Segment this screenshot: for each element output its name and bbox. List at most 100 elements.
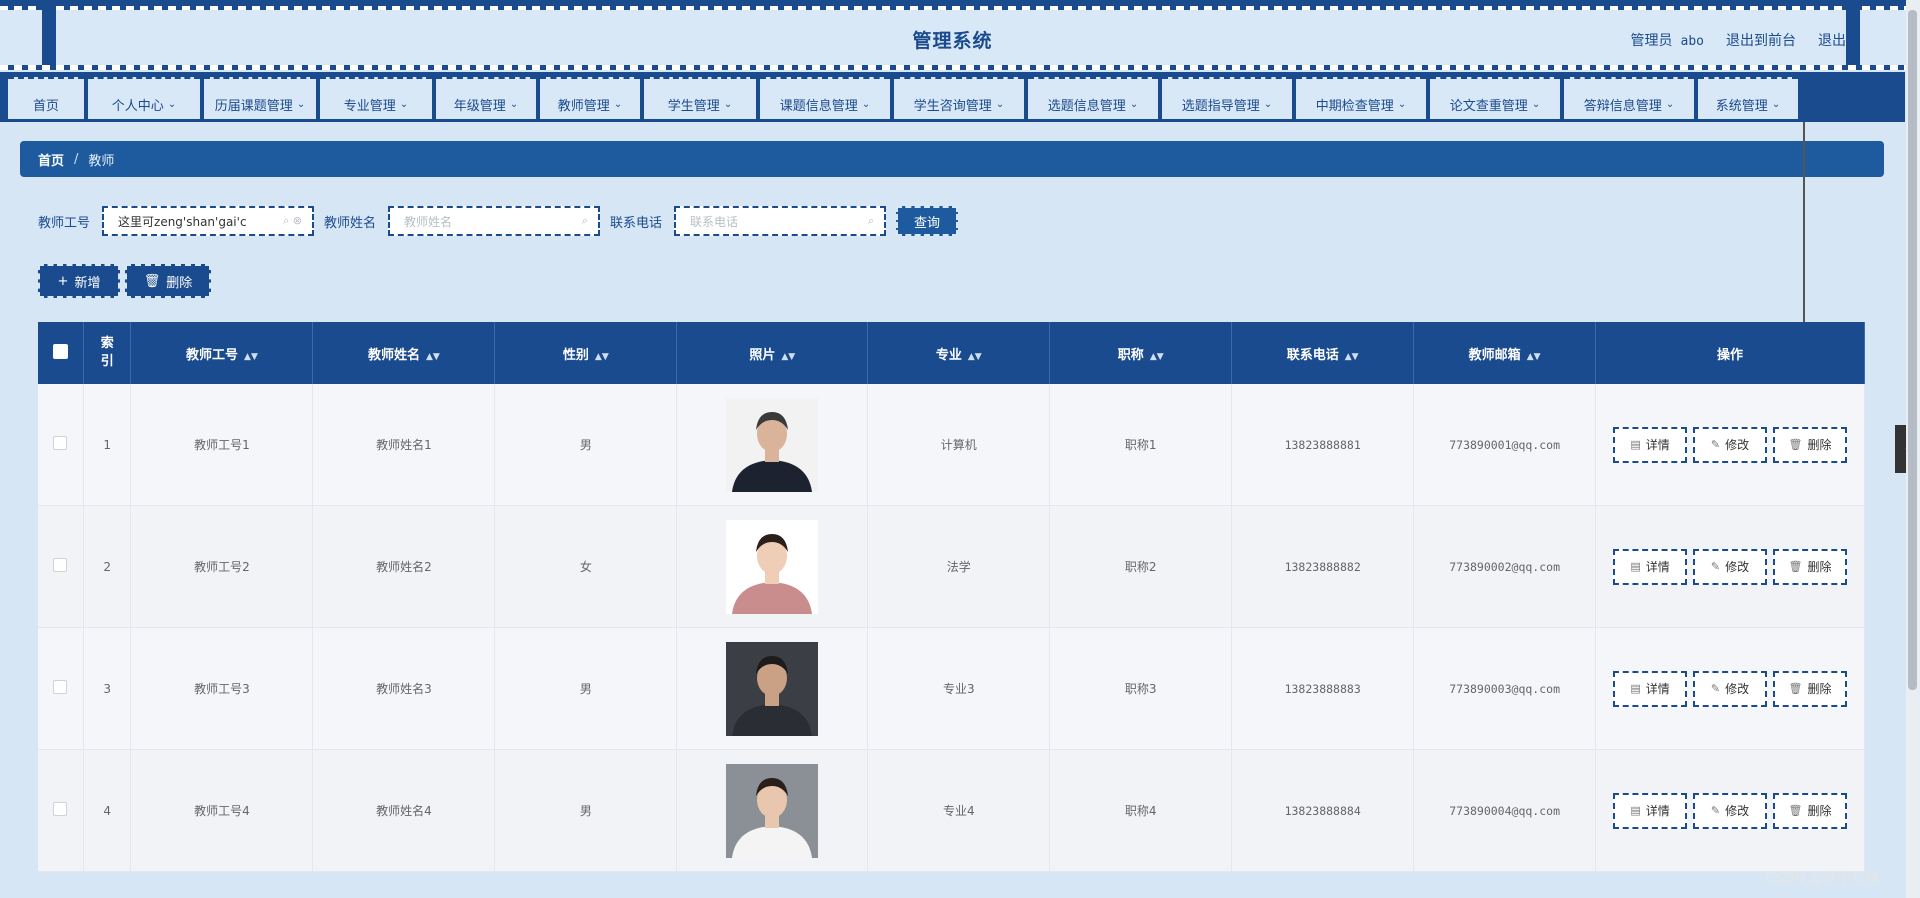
sort-icon[interactable]: ▲▼	[426, 352, 440, 362]
nav-item[interactable]: 个人中心 ⌄	[88, 77, 200, 119]
nav-item[interactable]: 学生咨询管理 ⌄	[894, 77, 1024, 119]
sort-icon[interactable]: ▲▼	[1150, 352, 1164, 362]
batch-delete-button[interactable]: 🗑 删除	[125, 264, 211, 298]
chevron-down-icon: ⌄	[1129, 98, 1139, 110]
nav-item[interactable]: 历届课题管理 ⌄	[204, 77, 316, 119]
detail-button[interactable]: ▤ 详情	[1613, 670, 1688, 707]
row-checkbox[interactable]	[53, 558, 68, 572]
delete-label: 删除	[1807, 682, 1832, 696]
table-row[interactable]: 4 教师工号4 教师姓名4 男 专业4 职称4 13823888884 773890004@q…	[38, 749, 1865, 872]
cell-phone: 13823888882	[1231, 505, 1415, 628]
col-email[interactable]: 教师邮箱 ▲▼	[1413, 322, 1597, 384]
nav-item[interactable]: 答辩信息管理 ⌄	[1564, 77, 1694, 119]
nav-item[interactable]: 学生管理 ⌄	[644, 77, 756, 119]
sort-icon[interactable]: ▲▼	[1345, 352, 1359, 362]
scrollbar-thumb[interactable]	[1908, 10, 1917, 690]
chevron-down-icon: ⌄	[861, 98, 871, 110]
sort-icon[interactable]: ▲▼	[781, 352, 795, 362]
nav-item[interactable]: 中期检查管理 ⌄	[1296, 77, 1426, 119]
col-teacher-name[interactable]: 教师姓名 ▲▼	[312, 322, 496, 384]
nav-item[interactable]: 选题指导管理 ⌄	[1162, 77, 1292, 119]
cell-major: 计算机	[867, 384, 1051, 506]
nav-item[interactable]: 年级管理 ⌄	[436, 77, 536, 119]
row-select-cell	[38, 384, 84, 506]
user-name: abo	[1680, 34, 1704, 49]
chevron-down-icon: ⌄	[399, 98, 409, 110]
cell-major: 法学	[867, 505, 1051, 628]
cell-email: 773890003@qq.com	[1413, 627, 1597, 750]
document-icon: ▤	[1630, 682, 1641, 695]
col-index: 索引	[83, 322, 132, 384]
col-major[interactable]: 专业 ▲▼	[867, 322, 1051, 384]
search-bar: 教师工号 这里可zeng'shan'gai'c ⌕ ⊗ 教师姓名 教师姓名 ⌕ …	[38, 206, 959, 236]
header-border-bottom	[0, 65, 1920, 70]
col-teacher-id[interactable]: 教师工号 ▲▼	[130, 322, 314, 384]
detail-label: 详情	[1645, 804, 1670, 818]
table-row[interactable]: 2 教师工号2 教师姓名2 女 法学 职称2 13823888882 773890002@qq…	[38, 505, 1865, 628]
phone-input[interactable]: 联系电话 ⌕	[674, 206, 887, 236]
edit-button[interactable]: ✎ 修改	[1693, 670, 1768, 707]
edit-button[interactable]: ✎ 修改	[1693, 426, 1768, 463]
nav-item[interactable]: 专业管理 ⌄	[320, 77, 432, 119]
table-header-row: 索引 教师工号 ▲▼ 教师姓名 ▲▼ 性别 ▲▼ 照片 ▲▼ 专业 ▲▼ 职称 ▲▼ 联系电…	[38, 322, 1865, 384]
delete-button[interactable]: 🗑 删除	[1773, 548, 1848, 585]
row-checkbox[interactable]	[53, 802, 68, 816]
nav-item-label: 中期检查管理	[1315, 98, 1394, 114]
nav-item[interactable]: 论文查重管理 ⌄	[1430, 77, 1560, 119]
sort-icon[interactable]: ▲▼	[595, 352, 609, 362]
row-checkbox[interactable]	[53, 680, 68, 694]
cell-operations: ▤ 详情 ✎ 修改 🗑 删除	[1595, 384, 1865, 506]
nav-item[interactable]: 选题信息管理 ⌄	[1028, 77, 1158, 119]
teacher-name-input[interactable]: 教师姓名 ⌕	[388, 206, 601, 236]
teacher-photo	[726, 397, 819, 492]
breadcrumb-separator: /	[74, 151, 79, 167]
nav-item-label: 论文查重管理	[1449, 98, 1528, 114]
delete-button[interactable]: 🗑 删除	[1773, 670, 1848, 707]
edit-button[interactable]: ✎ 修改	[1693, 548, 1768, 585]
detail-button[interactable]: ▤ 详情	[1613, 426, 1688, 463]
nav-item-label: 选题信息管理	[1047, 98, 1126, 114]
row-checkbox[interactable]	[53, 436, 68, 450]
row-select-cell	[38, 505, 84, 628]
sort-icon[interactable]: ▲▼	[244, 352, 258, 362]
main-nav: 首页 个人中心 ⌄ 历届课题管理 ⌄ 专业管理 ⌄ 年级管理 ⌄ 教师管理 ⌄ 学生管理 ⌄ 课题信息管理…	[0, 72, 1905, 122]
select-all-checkbox[interactable]	[52, 343, 68, 359]
chevron-down-icon: ⌄	[167, 98, 177, 110]
teacher-table: 索引 教师工号 ▲▼ 教师姓名 ▲▼ 性别 ▲▼ 照片 ▲▼ 专业 ▲▼ 职称 ▲▼ 联系电…	[38, 322, 1865, 898]
back-to-front-link[interactable]: 退出到前台	[1726, 30, 1796, 50]
logout-link[interactable]: 退出登	[1818, 30, 1860, 50]
breadcrumb-home[interactable]: 首页	[38, 150, 64, 169]
col-phone[interactable]: 联系电话 ▲▼	[1231, 322, 1415, 384]
table-row[interactable]: 3 教师工号3 教师姓名3 男 专业3 职称3 13823888883 773890003@q…	[38, 627, 1865, 750]
col-gender[interactable]: 性别 ▲▼	[494, 322, 678, 384]
nav-item[interactable]: 系统管理 ⌄	[1698, 77, 1798, 119]
table-row[interactable]: 1 教师工号1 教师姓名1 男 计算机 职称1 13823888881 773890001@q…	[38, 384, 1865, 506]
query-button[interactable]: 查询	[896, 206, 959, 236]
delete-button[interactable]: 🗑 删除	[1773, 792, 1848, 829]
nav-item[interactable]: 教师管理 ⌄	[540, 77, 640, 119]
col-title[interactable]: 职称 ▲▼	[1049, 322, 1233, 384]
search-clear-icon[interactable]: ⌕ ⊗	[283, 214, 302, 228]
nav-item[interactable]: 首页	[8, 77, 84, 119]
pencil-icon: ✎	[1710, 804, 1721, 817]
col-photo[interactable]: 照片 ▲▼	[676, 322, 869, 384]
sort-icon[interactable]: ▲▼	[1527, 352, 1541, 362]
detail-button[interactable]: ▤ 详情	[1613, 548, 1688, 585]
scrollbar[interactable]	[1906, 0, 1920, 898]
pencil-icon: ✎	[1710, 560, 1721, 573]
col-phone-label: 联系电话	[1286, 347, 1339, 363]
add-button[interactable]: + 新增	[38, 264, 120, 298]
teacher-id-input[interactable]: 这里可zeng'shan'gai'c ⌕ ⊗	[102, 206, 315, 236]
edit-button[interactable]: ✎ 修改	[1693, 792, 1768, 829]
cell-phone: 13823888881	[1231, 384, 1415, 506]
delete-button[interactable]: 🗑 删除	[1773, 426, 1848, 463]
nav-item[interactable]: 课题信息管理 ⌄	[760, 77, 890, 119]
phone-label: 联系电话	[610, 215, 663, 231]
nav-item-label: 年级管理	[453, 98, 506, 114]
breadcrumb: 首页 / 教师	[20, 141, 1884, 177]
detail-button[interactable]: ▤ 详情	[1613, 792, 1688, 829]
document-icon: ▤	[1630, 438, 1641, 451]
trash-icon: 🗑	[1788, 804, 1803, 817]
sort-icon[interactable]: ▲▼	[968, 352, 982, 362]
row-select-cell	[38, 627, 84, 750]
